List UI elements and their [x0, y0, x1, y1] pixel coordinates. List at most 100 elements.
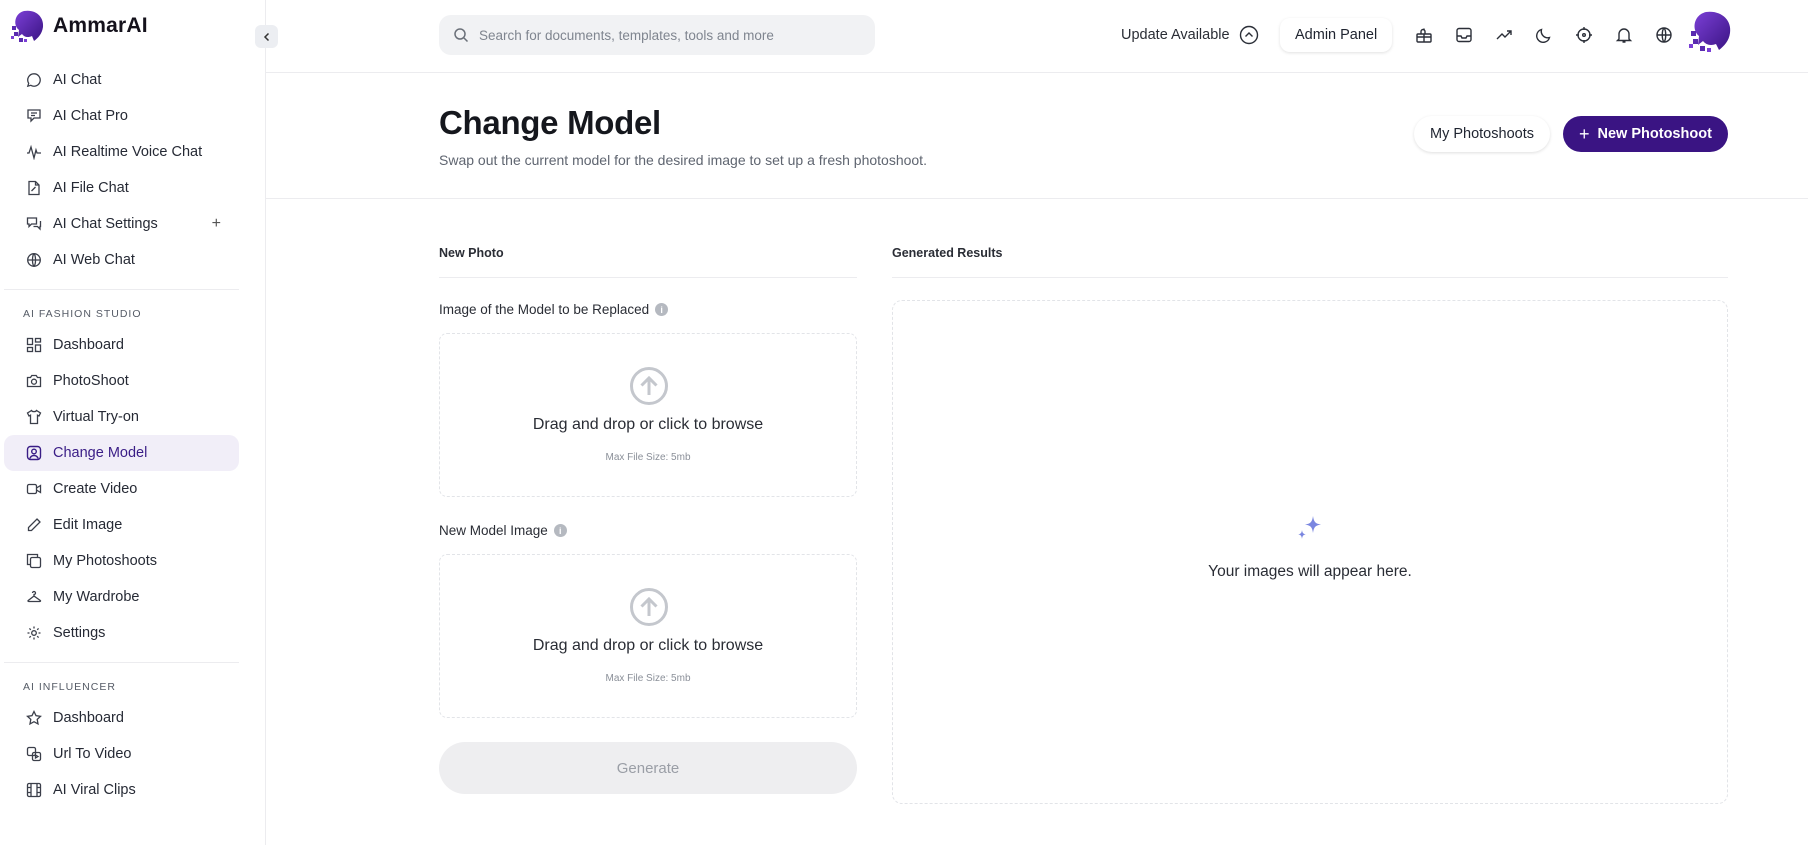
crosshair-icon[interactable] — [1573, 24, 1595, 46]
info-icon[interactable]: i — [553, 524, 567, 537]
gift-icon[interactable] — [1413, 24, 1435, 46]
sidebar-item-photoshoot[interactable]: PhotoShoot — [4, 363, 239, 399]
sidebar-item-label: AI Web Chat — [53, 252, 135, 268]
expand-plus-icon[interactable]: + — [212, 215, 221, 233]
sidebar-item-virtual-try-on[interactable]: Virtual Try-on — [4, 399, 239, 435]
camera-icon — [25, 372, 43, 390]
info-icon[interactable]: i — [655, 303, 669, 316]
new-photoshoot-button[interactable]: + New Photoshoot — [1563, 116, 1728, 152]
upload-dropzone-new-model[interactable]: Drag and drop or click to browse Max Fil… — [439, 554, 857, 718]
user-square-icon — [25, 444, 43, 462]
admin-panel-button[interactable]: Admin Panel — [1280, 18, 1393, 52]
sidebar-item-ai-chat[interactable]: AI Chat — [4, 62, 239, 98]
collapse-sidebar-button[interactable] — [255, 25, 278, 48]
trending-icon[interactable] — [1493, 24, 1515, 46]
my-photoshoots-button[interactable]: My Photoshoots — [1414, 116, 1550, 152]
avatar[interactable] — [1688, 8, 1734, 54]
url-video-icon — [25, 745, 43, 763]
globe-icon — [25, 251, 43, 269]
divider — [4, 289, 239, 290]
sidebar-item-ai-file-chat[interactable]: AI File Chat — [4, 170, 239, 206]
search-box[interactable] — [439, 15, 875, 55]
sidebar-item-label: Edit Image — [53, 517, 123, 533]
field-label-new-model: New Model Image i — [439, 523, 857, 538]
sidebar-item-dashboard[interactable]: Dashboard — [4, 327, 239, 363]
sidebar-item-my-wardrobe[interactable]: My Wardrobe — [4, 579, 239, 615]
sidebar-item-influencer-dashboard[interactable]: Dashboard — [4, 700, 239, 736]
chat-bubble-icon — [25, 71, 43, 89]
section-title-influencer: AI INFLUENCER — [23, 681, 116, 693]
top-bar: Update Available Admin Panel — [266, 0, 1808, 73]
gear-icon — [25, 624, 43, 642]
sidebar-item-label: AI Viral Clips — [53, 782, 136, 798]
globe-icon[interactable] — [1653, 24, 1675, 46]
star-icon — [25, 709, 43, 727]
generate-button[interactable]: Generate — [439, 742, 857, 794]
search-icon — [454, 28, 469, 43]
sidebar-item-label: AI Chat — [53, 72, 102, 88]
video-icon — [25, 480, 43, 498]
moon-icon[interactable] — [1533, 24, 1555, 46]
sidebar-item-label: Url To Video — [53, 746, 132, 762]
waveform-icon — [25, 143, 43, 161]
chat-settings-icon — [25, 215, 43, 233]
field-label-text: Image of the Model to be Replaced — [439, 302, 650, 317]
file-icon — [25, 179, 43, 197]
sidebar-item-ai-realtime-voice-chat[interactable]: AI Realtime Voice Chat — [4, 134, 239, 170]
sidebar-item-label: Change Model — [53, 445, 148, 461]
results-empty-text: Your images will appear here. — [1208, 563, 1412, 580]
page-title: Change Model — [439, 104, 661, 141]
search-input[interactable] — [479, 27, 859, 43]
sidebar: AmmarAI AI Chat AI Chat Pro AI Realtime … — [0, 0, 266, 845]
sidebar-item-my-photoshoots[interactable]: My Photoshoots — [4, 543, 239, 579]
sidebar-item-label: Settings — [53, 625, 106, 641]
generated-results-title: Generated Results — [892, 246, 1728, 278]
sidebar-nav: AI Chat AI Chat Pro AI Realtime Voice Ch… — [0, 62, 266, 808]
app-logo[interactable]: AmmarAI — [10, 8, 148, 44]
sidebar-item-ai-chat-settings[interactable]: AI Chat Settings + — [4, 206, 239, 242]
sidebar-item-ai-viral-clips[interactable]: AI Viral Clips — [4, 772, 239, 808]
hanger-icon — [25, 588, 43, 606]
new-photoshoot-label: New Photoshoot — [1597, 126, 1712, 142]
pencil-icon — [25, 516, 43, 534]
app-name: AmmarAI — [53, 14, 148, 37]
field-label-text: New Model Image — [439, 523, 548, 538]
update-available-button[interactable]: Update Available — [1121, 22, 1259, 48]
upload-dropzone-model-to-replace[interactable]: Drag and drop or click to browse Max Fil… — [439, 333, 857, 497]
inbox-icon[interactable] — [1453, 24, 1475, 46]
upload-arrow-icon — [630, 588, 668, 626]
sidebar-item-url-to-video[interactable]: Url To Video — [4, 736, 239, 772]
new-photo-form: New Photo Image of the Model to be Repla… — [439, 246, 857, 794]
page-header: Change Model Swap out the current model … — [266, 74, 1808, 199]
sidebar-item-change-model[interactable]: Change Model — [4, 435, 239, 471]
sidebar-item-ai-chat-pro[interactable]: AI Chat Pro — [4, 98, 239, 134]
dashboard-icon — [25, 336, 43, 354]
update-label: Update Available — [1121, 27, 1230, 43]
sidebar-item-label: Create Video — [53, 481, 138, 497]
chat-plus-icon — [25, 107, 43, 125]
new-photo-title: New Photo — [439, 246, 857, 278]
results-panel: Your images will appear here. — [892, 300, 1728, 804]
plus-icon: + — [1579, 123, 1590, 144]
bell-icon[interactable] — [1613, 24, 1635, 46]
sidebar-item-label: AI File Chat — [53, 180, 129, 196]
page-subtitle: Swap out the current model for the desir… — [439, 152, 927, 168]
dropzone-size-hint: Max File Size: 5mb — [605, 452, 691, 463]
sidebar-item-ai-web-chat[interactable]: AI Web Chat — [4, 242, 239, 278]
dropzone-text: Drag and drop or click to browse — [532, 637, 764, 654]
sidebar-item-label: My Photoshoots — [53, 553, 157, 569]
sidebar-item-label: My Wardrobe — [53, 589, 140, 605]
sidebar-item-label: Dashboard — [53, 710, 124, 726]
chevron-up-circle-icon — [1239, 25, 1258, 45]
sidebar-item-label: Dashboard — [53, 337, 124, 353]
sidebar-item-create-video[interactable]: Create Video — [4, 471, 239, 507]
upload-arrow-icon — [630, 367, 668, 405]
generated-results: Generated Results Your images will appea… — [892, 246, 1728, 804]
dropzone-text: Drag and drop or click to browse — [532, 416, 764, 433]
sidebar-item-label: PhotoShoot — [53, 373, 129, 389]
sidebar-item-settings[interactable]: Settings — [4, 615, 239, 651]
sidebar-item-edit-image[interactable]: Edit Image — [4, 507, 239, 543]
copy-icon — [25, 552, 43, 570]
sidebar-item-label: Virtual Try-on — [53, 409, 139, 425]
sidebar-item-label: AI Chat Pro — [53, 108, 128, 124]
